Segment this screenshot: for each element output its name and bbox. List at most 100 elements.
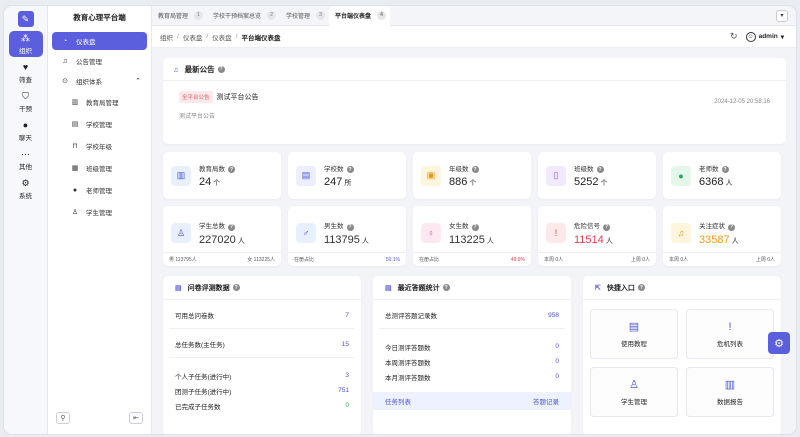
help-icon[interactable]: ?: [471, 166, 479, 174]
quick-button[interactable]: ♙ 学生管理: [590, 367, 678, 417]
nav-sub-icon: ♙: [71, 209, 79, 216]
nav-item-org-system[interactable]: ⊙ 组织体系 ⌃: [52, 72, 147, 90]
stat-icon: ▣: [421, 165, 441, 186]
tab-1[interactable]: 学校干预档案总览 2: [207, 6, 280, 26]
nav-item-announcements[interactable]: ♫ 公告管理: [52, 52, 147, 70]
rail-item-label: 聊天: [19, 135, 32, 142]
help-icon[interactable]: ?: [637, 284, 645, 291]
help-icon[interactable]: ?: [346, 223, 354, 231]
quick-button[interactable]: ▤ 使用教程: [590, 309, 678, 359]
stat-label: 女生数: [449, 223, 469, 231]
breadcrumb-item[interactable]: 仪表盘: [183, 32, 203, 42]
stat-unit: 个: [600, 180, 608, 188]
help-icon[interactable]: ?: [596, 166, 604, 174]
stat-unit: 人: [605, 237, 613, 245]
answer-records-link[interactable]: 答题记录: [533, 396, 559, 406]
stat-value: 24: [199, 176, 212, 189]
stat-label: 男生数: [324, 223, 344, 231]
nav-subitem-0[interactable]: ▥ 教育局管理: [52, 92, 147, 112]
stat-icon: ♀: [421, 223, 441, 243]
stat-foot-right: 上周 0人: [755, 257, 775, 263]
pin-icon[interactable]: ⚲: [56, 412, 70, 424]
nav-item-label: 学生管理: [86, 210, 112, 217]
rail-item-0[interactable]: ⁂ 组织: [8, 31, 43, 57]
help-icon[interactable]: ?: [721, 166, 729, 174]
nav-item-label: 学校年级: [86, 144, 112, 151]
quick-label: 使用教程: [621, 341, 647, 348]
dashboard-icon: ◔: [62, 37, 68, 45]
notice-title: 最新公告: [184, 64, 215, 74]
help-icon[interactable]: ?: [728, 223, 735, 231]
notice-header: ♫ 最新公告 ?: [163, 58, 786, 81]
quick-label: 数据报告: [717, 399, 743, 406]
stat-unit: 人: [725, 180, 733, 188]
stat-foot-left: 在册占比: [419, 257, 440, 263]
rail-item-2[interactable]: ⛉ 干预: [9, 89, 43, 115]
tab-0[interactable]: 教育局管理 1: [152, 6, 207, 26]
nav-item-dashboard[interactable]: ◔ 仪表盘: [52, 32, 147, 50]
answers-row: 本月测评答题数 0: [385, 373, 559, 382]
settings-fab-icon[interactable]: ⚙: [768, 332, 790, 354]
rail-item-5[interactable]: ⚙ 系统: [9, 176, 43, 202]
stat-foot-left: 在册占比: [294, 257, 315, 263]
tab-dropdown-icon[interactable]: ▾: [776, 9, 788, 22]
help-icon[interactable]: ?: [471, 223, 479, 231]
quick-button[interactable]: ▥ 数据报告: [686, 367, 774, 417]
stat-icon: ♫: [671, 223, 691, 243]
alert-icon: !: [728, 320, 732, 333]
help-icon[interactable]: ?: [346, 166, 354, 174]
rail-item-4[interactable]: ⋯ 其他: [9, 147, 43, 173]
help-icon[interactable]: ?: [228, 166, 235, 174]
nav-subitem-1[interactable]: ▤ 学校管理: [52, 114, 147, 134]
help-icon[interactable]: ?: [603, 223, 610, 231]
help-icon[interactable]: ?: [232, 284, 240, 291]
help-icon[interactable]: ?: [228, 223, 235, 231]
quick-label: 学生管理: [621, 399, 647, 406]
survey-row: 团测子任务(进行中) 751: [175, 387, 349, 396]
stat-unit: 人: [731, 237, 739, 245]
notice-item[interactable]: 全平台公告 测试平台公告: [163, 81, 786, 103]
heart-icon: ♥: [22, 62, 29, 72]
nav-item-label: 学校管理: [86, 122, 112, 129]
stat-icon: ▥: [171, 165, 191, 186]
breadcrumb-item[interactable]: 组织: [160, 32, 173, 42]
collapse-menu-icon[interactable]: ⇤: [129, 412, 143, 424]
stat-foot-left: 男 113795人: [169, 257, 197, 263]
tab-3[interactable]: 平台端仪表盘 4: [329, 6, 391, 26]
nav-item-label: 老师管理: [86, 188, 112, 195]
rail-item-1[interactable]: ♥ 筛查: [9, 60, 43, 86]
user-icon: ♙: [629, 379, 639, 391]
rail-item-3[interactable]: ● 聊天: [9, 118, 43, 144]
stat-foot-left: 本周 0人: [669, 257, 689, 263]
stat-value: 33587: [699, 233, 730, 246]
help-icon[interactable]: ?: [217, 65, 225, 73]
quick-grid: ▤ 使用教程! 危机列表 ♙ 学生管理 ▥ 数据报告: [583, 300, 781, 426]
report-icon: ▥: [724, 379, 736, 391]
breadcrumb-item[interactable]: 仪表盘: [212, 32, 232, 42]
help-icon[interactable]: ?: [442, 284, 450, 291]
quick-access-panel: ⇱ 快捷入口 ? ▤ 使用教程! 危机列表 ♙ 学生管理 ▥ 数据报告: [583, 276, 781, 434]
stat-label: 年级数: [449, 165, 469, 173]
refresh-icon[interactable]: ↻: [730, 31, 738, 42]
stat-unit: 人: [361, 237, 369, 245]
nav-subitem-5[interactable]: ♙ 学生管理: [52, 202, 147, 222]
stat-value: 113795: [324, 233, 360, 246]
rail-item-label: 筛查: [19, 77, 32, 84]
org-system-icon: ⊙: [62, 78, 68, 85]
task-list-link[interactable]: 任务列表: [385, 396, 411, 406]
nav-subitem-4[interactable]: ● 老师管理: [52, 180, 147, 200]
nav-item-label: 仪表盘: [76, 39, 96, 46]
stat-value: 6368: [699, 176, 724, 189]
nav-subitem-2[interactable]: ⊓ 学校年级: [52, 136, 147, 156]
stat-card: ▤ 学校数? 247 所: [288, 152, 406, 199]
quick-button[interactable]: ! 危机列表: [686, 309, 774, 359]
nav-footer: ⚲ ⇤: [48, 412, 151, 424]
stat-icon: ●: [671, 165, 691, 186]
user-name: admin: [758, 33, 778, 40]
answers-footer: 任务列表 答题记录: [373, 392, 571, 410]
user-menu[interactable]: ☺ admin ▾: [745, 31, 784, 42]
tab-2[interactable]: 学校管理 3: [280, 6, 329, 26]
nav-subitem-3[interactable]: ▦ 班级管理: [52, 158, 147, 178]
bell-icon: ♫: [62, 57, 68, 65]
nav-sub-icon: ⊓: [72, 143, 78, 150]
